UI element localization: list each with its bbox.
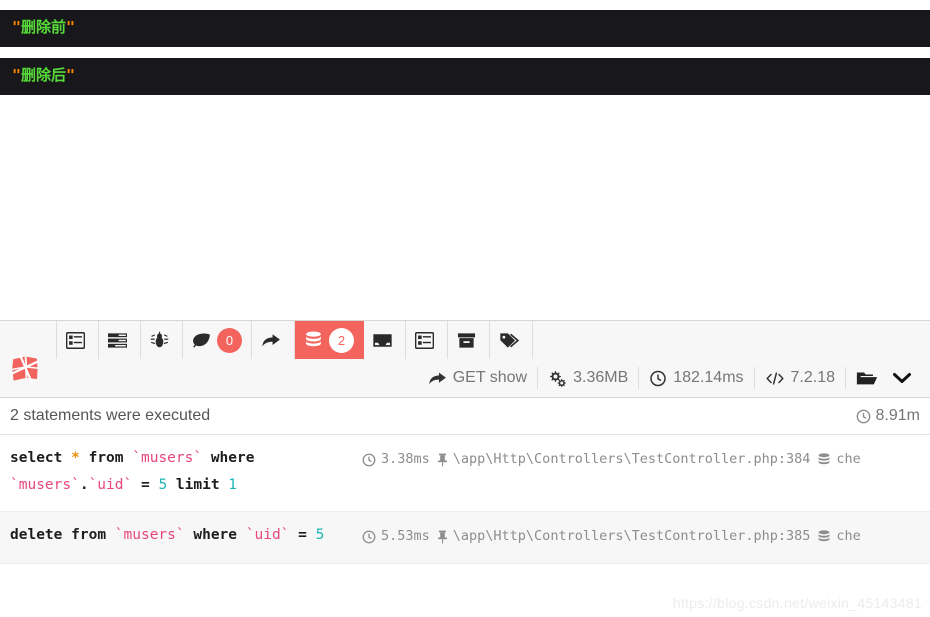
status-route-value: GET show [452,369,528,386]
sql-token-op: = [298,527,307,543]
queries-total-time-value: 8.91m [875,407,920,424]
sql-token-ident: `uid` [245,527,290,543]
clock-icon [856,409,871,424]
debugbar-tab-timeline[interactable] [99,321,141,359]
dump-text: 删除前 [21,18,67,36]
queries-total-time: 8.91m [856,407,920,425]
gears-icon [548,370,567,387]
debugbar-tab-mails[interactable] [364,321,406,359]
sql-token-kw: where [193,527,238,543]
inbox-icon [373,331,392,350]
sql-token-num: 5 [315,527,325,543]
query-file[interactable]: \app\Http\Controllers\TestController.php… [437,523,811,550]
query-file-value: \app\Http\Controllers\TestController.php… [452,528,811,544]
status-memory-value: 3.36MB [573,369,629,386]
sql-token-ident: `uid` [88,477,133,493]
list-alt-icon [415,331,434,350]
sql-token-ident: `musers` [132,450,203,466]
query-duration: 5.53ms [362,523,430,550]
query-connection-value: che [836,528,861,544]
debugbar-tab-auth[interactable] [490,321,533,359]
queries-summary: 2 statements were executed [10,407,211,424]
query-duration: 3.38ms [362,446,430,473]
clock-icon [362,530,376,544]
database-icon [817,452,831,467]
code-icon [765,370,785,387]
debugbar-tab-session[interactable] [406,321,448,359]
archive-icon [457,331,476,350]
queries-badge: 2 [329,327,354,353]
sql-token-op: = [140,477,150,493]
query-duration-value: 3.38ms [381,451,430,467]
query-row[interactable]: select * from `musers` where `musers`.`u… [0,435,930,512]
chevron-down-icon[interactable] [892,371,912,385]
sql-token-num: 1 [228,477,238,493]
sql-token-kw: select [10,450,63,466]
sql-token-kw: where [210,450,255,466]
bug-icon [150,331,169,350]
status-time[interactable]: 182.14ms [638,367,753,389]
clock-icon [362,453,376,467]
leaf-icon [192,331,211,350]
query-meta: 5.53ms \app\Http\Controllers\TestControl… [362,522,920,550]
sql-token-num: 5 [158,477,168,493]
query-connection-value: che [836,451,861,467]
query-file-value: \app\Http\Controllers\TestController.php… [452,451,811,467]
query-file[interactable]: \app\Http\Controllers\TestController.php… [437,446,811,473]
share-icon [261,331,281,350]
status-time-value: 182.14ms [673,369,744,386]
query-sql: select * from `musers` where `musers`.`u… [10,445,362,499]
debugbar-status-bar: GET show 3.36MB 182.14ms 7.2.18 [418,359,922,397]
status-memory[interactable]: 3.36MB [537,367,638,389]
thumb-tack-icon [437,530,448,544]
debugbar-tab-queries[interactable]: 2 [295,321,364,359]
sql-token-ident: `musers` [10,477,80,493]
status-php-value: 7.2.18 [790,369,835,386]
debugbar-tab-views[interactable]: 0 [183,321,252,359]
status-route[interactable]: GET show [418,367,537,389]
sql-token-kw: delete [10,527,63,543]
thumb-tack-icon [437,453,448,467]
open-handler-button[interactable] [845,367,922,389]
query-meta: 3.38ms \app\Http\Controllers\TestControl… [362,445,920,473]
sql-token-kw: limit [175,477,220,493]
debugbar-tab-list: 0 2 [56,321,533,359]
dump-output-before: "删除前" [0,10,930,47]
query-sql: delete from `musers` where `uid` = 5 [10,522,362,549]
views-badge: 0 [217,327,242,353]
database-icon [304,330,323,350]
dump-quote-open: " [12,18,22,36]
laravel-logo-icon[interactable] [10,354,40,384]
clock-icon [649,370,667,387]
dump-quote-close: " [66,18,76,36]
database-icon [817,529,831,544]
dump-quote-open: " [12,66,22,84]
list-alt-icon [66,331,85,350]
sql-token-ident: `musers` [114,527,185,543]
debugbar-header: 0 2 GET show 3.36MB 182.14ms 7.2.18 [0,321,930,398]
debugbar-tab-messages[interactable] [56,321,99,359]
tags-icon [499,331,519,350]
sql-token-kw: from [88,450,124,466]
dump-quote-close: " [66,66,76,84]
debugbar-tab-exceptions[interactable] [141,321,183,359]
query-row[interactable]: delete from `musers` where `uid` = 5 5.5… [0,512,930,564]
dump-text: 删除后 [21,66,67,84]
query-connection: che [817,523,861,550]
share-icon [428,370,447,387]
debugbar-tab-route[interactable] [252,321,295,359]
tasks-icon [108,331,127,350]
folder-open-icon [856,369,878,387]
query-connection: che [817,446,861,473]
sql-token-op: . [79,477,89,493]
sql-token-star: * [71,450,80,466]
sql-token-kw: from [71,527,107,543]
laravel-debugbar: 0 2 GET show 3.36MB 182.14ms 7.2.18 2 st… [0,320,930,617]
dump-output-after: "删除后" [0,58,930,95]
debugbar-tab-request[interactable] [448,321,490,359]
query-duration-value: 5.53ms [381,528,430,544]
queries-panel-header: 2 statements were executed 8.91m [0,398,930,435]
status-php-version[interactable]: 7.2.18 [753,367,845,389]
